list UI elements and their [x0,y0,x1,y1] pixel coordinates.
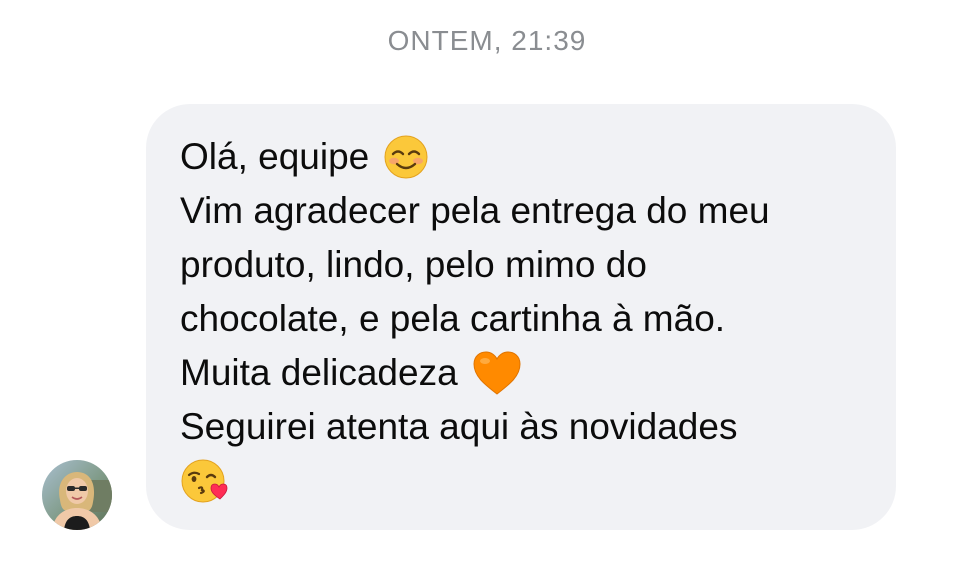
message-timestamp: ONTEM, 21:39 [387,25,587,56]
chat-screen: ONTEM, 21:39 Olá, equipe Vim agradecer p… [0,0,974,573]
message-text: produto, lindo, pelo mimo do [180,244,647,285]
orange-heart-emoji-icon [472,350,522,396]
message-line: produto, lindo, pelo mimo do [180,238,862,292]
message-line: Vim agradecer pela entrega do meu [180,184,862,238]
message-line [180,454,862,508]
face-blowing-kiss-emoji-icon [180,458,230,504]
message-line: chocolate, e pela cartinha à mão. [180,292,862,346]
message-text: Seguirei atenta aqui às novidades [180,406,738,447]
smiling-face-emoji-icon [383,134,429,180]
incoming-message-row: Olá, equipe Vim agradecer pela entrega d… [42,104,902,534]
message-text: chocolate, e pela cartinha à mão. [180,298,726,339]
message-line: Muita delicadeza [180,346,862,400]
message-text: Muita delicadeza [180,352,458,393]
message-text: Vim agradecer pela entrega do meu [180,190,770,231]
message-text: Olá, equipe [180,136,370,177]
sender-avatar[interactable] [42,460,112,530]
user-avatar-photo [42,460,112,530]
message-line: Seguirei atenta aqui às novidades [180,400,862,454]
message-bubble[interactable]: Olá, equipe Vim agradecer pela entrega d… [146,104,896,530]
message-line: Olá, equipe [180,130,862,184]
